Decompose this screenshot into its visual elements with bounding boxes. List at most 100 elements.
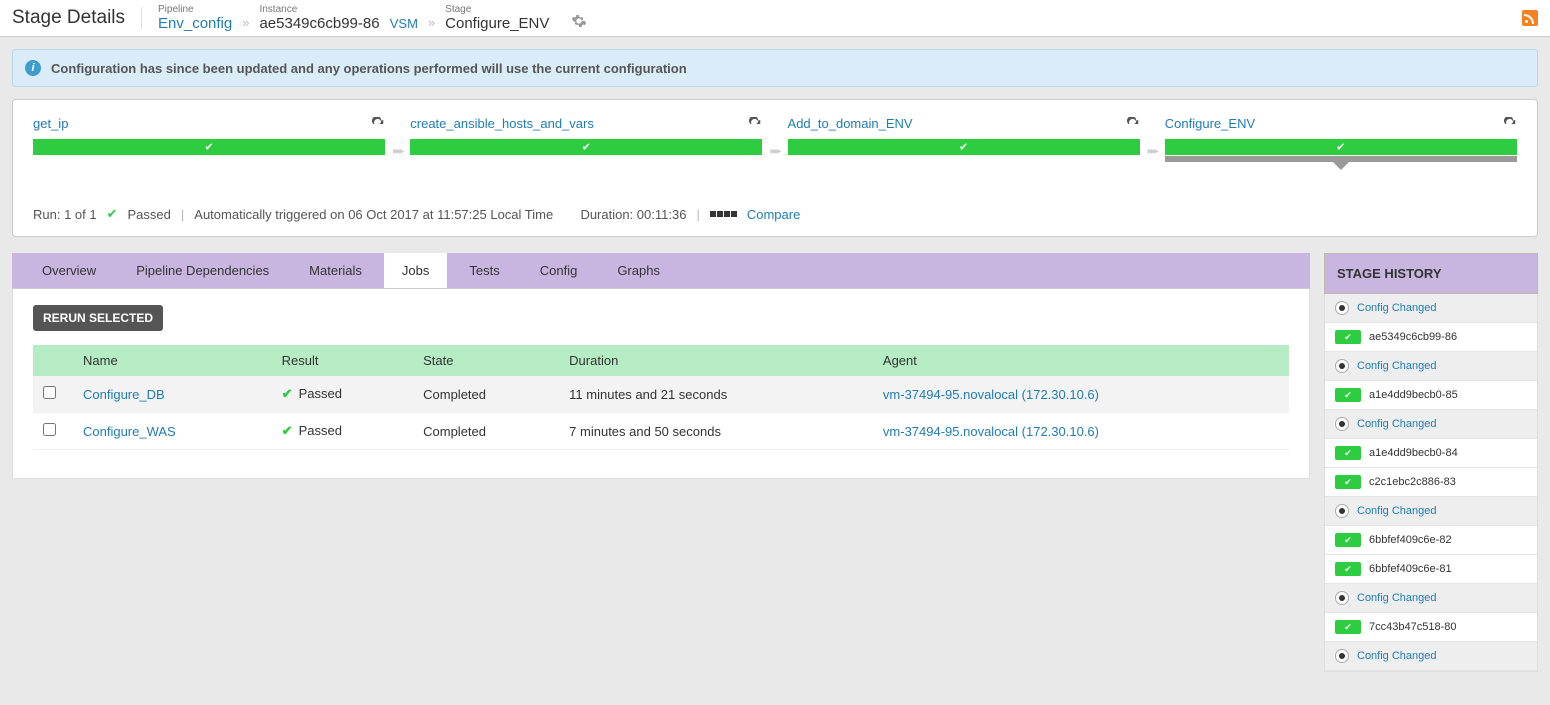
history-link[interactable]: Config Changed — [1357, 505, 1437, 517]
stages-row: get_ip ✔ ▸▸▸ create_ansible_hosts_and_vars ✔… — [33, 116, 1517, 162]
tab-config[interactable]: Config — [522, 253, 596, 288]
history-run[interactable]: 7cc43b47c518-80 — [1325, 613, 1537, 642]
agent-link[interactable]: vm-37494-95.novalocal (172.30.10.6) — [883, 424, 1099, 439]
tab-pipeline-dependencies[interactable]: Pipeline Dependencies — [118, 253, 287, 288]
row-checkbox[interactable] — [43, 423, 56, 436]
history-run[interactable]: ae5349c6cb99-86 — [1325, 323, 1537, 352]
refresh-icon[interactable] — [1126, 117, 1140, 131]
passed-badge-icon — [1335, 330, 1361, 344]
check-icon: ✔ — [107, 206, 118, 222]
stage-link[interactable]: Add_to_domain_ENV — [788, 116, 913, 131]
refresh-icon[interactable] — [371, 117, 385, 131]
tab-graphs[interactable]: Graphs — [599, 253, 678, 288]
gear-icon[interactable] — [571, 13, 587, 32]
header-bar: Stage Details Pipeline Env_config » Inst… — [0, 0, 1550, 37]
pipeline-label: Pipeline — [158, 4, 232, 15]
history-config-changed[interactable]: Config Changed — [1325, 642, 1537, 671]
stage-link[interactable]: get_ip — [33, 116, 68, 131]
compare-link[interactable]: Compare — [747, 207, 800, 222]
check-icon: ✔ — [582, 141, 591, 154]
duration: Duration: 00:11:36 — [580, 207, 686, 222]
job-link[interactable]: Configure_DB — [83, 387, 165, 402]
row-checkbox[interactable] — [43, 386, 56, 399]
stage-label: Stage — [445, 4, 549, 15]
history-run-label: 7cc43b47c518-80 — [1369, 621, 1456, 633]
config-changed-icon — [1335, 504, 1349, 518]
history-link[interactable]: Config Changed — [1357, 592, 1437, 604]
refresh-icon[interactable] — [1503, 117, 1517, 131]
stage-Add_to_domain_ENV: Add_to_domain_ENV ✔ — [788, 116, 1140, 162]
column-header: State — [413, 345, 559, 376]
breadcrumb-instance: Instance ae5349c6cb99-86 VSM — [259, 4, 417, 32]
config-changed-icon — [1335, 301, 1349, 315]
config-changed-icon — [1335, 417, 1349, 431]
column-header: Duration — [559, 345, 873, 376]
stage-link[interactable]: Configure_ENV — [1165, 116, 1255, 131]
info-text: Configuration has since been updated and… — [51, 61, 687, 76]
stage-separator-icon: ▸▸▸ — [770, 116, 779, 162]
stage-value: Configure_ENV — [445, 15, 549, 32]
trigger-info: Automatically triggered on 06 Oct 2017 a… — [194, 207, 553, 222]
stage-status-bar[interactable]: ✔ — [33, 139, 385, 155]
active-stage-indicator — [1165, 156, 1517, 162]
tab-tests[interactable]: Tests — [451, 253, 517, 288]
column-header: Result — [272, 345, 413, 376]
breadcrumb-stage: Stage Configure_ENV — [445, 4, 549, 32]
tab-materials[interactable]: Materials — [291, 253, 380, 288]
tabs: OverviewPipeline DependenciesMaterialsJo… — [12, 253, 1310, 289]
table-row: Configure_DB Passed Completed11 minutes an… — [33, 376, 1289, 413]
history-run-label: 6bbfef409c6e-81 — [1369, 563, 1452, 575]
rerun-selected-button[interactable]: RERUN SELECTED — [33, 305, 163, 331]
history-config-changed[interactable]: Config Changed — [1325, 584, 1537, 613]
job-link[interactable]: Configure_WAS — [83, 424, 176, 439]
stage-history-title: STAGE HISTORY — [1324, 253, 1538, 294]
stage-link[interactable]: create_ansible_hosts_and_vars — [410, 116, 594, 131]
passed-badge-icon — [1335, 475, 1361, 489]
history-run-label: ae5349c6cb99-86 — [1369, 331, 1457, 343]
job-duration: 11 minutes and 21 seconds — [559, 376, 873, 413]
config-changed-icon — [1335, 359, 1349, 373]
stage-status-bar[interactable]: ✔ — [788, 139, 1140, 155]
tab-overview[interactable]: Overview — [24, 253, 114, 288]
agent-link[interactable]: vm-37494-95.novalocal (172.30.10.6) — [883, 387, 1099, 402]
stage-status-bar[interactable]: ✔ — [1165, 139, 1517, 155]
left-column: OverviewPipeline DependenciesMaterialsJo… — [12, 253, 1310, 479]
job-result: Passed — [282, 386, 342, 401]
tab-body-jobs: RERUN SELECTED NameResultStateDurationAg… — [12, 289, 1310, 479]
vsm-link[interactable]: VSM — [390, 16, 418, 31]
config-changed-icon — [1335, 591, 1349, 605]
pipeline-link[interactable]: Env_config — [158, 15, 232, 32]
check-icon: ✔ — [204, 141, 213, 154]
table-row: Configure_WASPassedCompleted7 minutes an… — [33, 413, 1289, 450]
history-run[interactable]: c2c1ebc2c886-83 — [1325, 468, 1537, 497]
refresh-icon[interactable] — [748, 117, 762, 131]
instance-value: ae5349c6cb99-86 VSM — [259, 15, 417, 32]
stages-panel: get_ip ✔ ▸▸▸ create_ansible_hosts_and_vars ✔… — [12, 99, 1538, 237]
separator: | — [181, 207, 184, 222]
job-state: Completed — [413, 376, 559, 413]
history-run[interactable]: 6bbfef409c6e-81 — [1325, 555, 1537, 584]
history-link[interactable]: Config Changed — [1357, 360, 1437, 372]
column-header: Name — [73, 345, 272, 376]
history-link[interactable]: Config Changed — [1357, 418, 1437, 430]
stage-status-bar[interactable]: ✔ — [410, 139, 762, 155]
history-config-changed[interactable]: Config Changed — [1325, 294, 1537, 323]
history-link[interactable]: Config Changed — [1357, 302, 1437, 314]
history-run[interactable]: a1e4dd9becb0-84 — [1325, 439, 1537, 468]
history-link[interactable]: Config Changed — [1357, 650, 1437, 662]
run-meta: Run: 1 of 1 ✔ Passed | Automatically tri… — [33, 206, 1517, 222]
history-config-changed[interactable]: Config Changed — [1325, 352, 1537, 381]
breadcrumb-pipeline: Pipeline Env_config — [158, 4, 232, 32]
history-config-changed[interactable]: Config Changed — [1325, 497, 1537, 526]
rss-icon[interactable] — [1522, 10, 1538, 26]
history-run[interactable]: 6bbfef409c6e-82 — [1325, 526, 1537, 555]
page-title: Stage Details — [12, 7, 142, 29]
tab-jobs[interactable]: Jobs — [384, 253, 447, 288]
stage-get_ip: get_ip ✔ — [33, 116, 385, 162]
history-config-changed[interactable]: Config Changed — [1325, 410, 1537, 439]
instance-label: Instance — [259, 4, 417, 15]
history-run[interactable]: a1e4dd9becb0-85 — [1325, 381, 1537, 410]
breadcrumb: Pipeline Env_config » Instance ae5349c6c… — [158, 4, 587, 32]
stage-separator-icon: ▸▸▸ — [393, 116, 402, 162]
stage-history-list: Config Changed ae5349c6cb99-86 Config Chan… — [1324, 294, 1538, 672]
